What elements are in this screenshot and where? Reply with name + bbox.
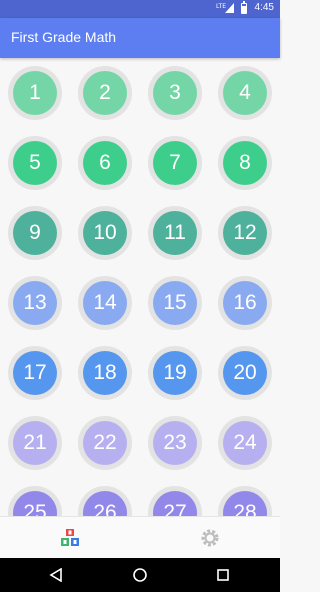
nav-back-button[interactable] — [46, 565, 66, 585]
nav-recents-button[interactable] — [213, 565, 233, 585]
app-bar: First Grade Math — [0, 18, 280, 58]
level-button[interactable]: 15 — [148, 276, 202, 330]
level-number: 28 — [223, 491, 267, 516]
level-button[interactable]: 25 — [8, 486, 62, 516]
level-number: 14 — [83, 281, 127, 325]
level-grid: 1 2 3 4 5 6 7 8 9 10 11 12 13 14 15 16 17 18 19 20 21 22 23 24 2… — [0, 58, 280, 516]
level-number: 12 — [223, 211, 267, 255]
level-button[interactable]: 14 — [78, 276, 132, 330]
level-button[interactable]: 16 — [218, 276, 272, 330]
level-button[interactable]: 3 — [148, 66, 202, 120]
level-button[interactable]: 7 — [148, 136, 202, 190]
level-number: 1 — [13, 71, 57, 115]
level-number: 27 — [153, 491, 197, 516]
level-button[interactable]: 1 — [8, 66, 62, 120]
level-button[interactable]: 13 — [8, 276, 62, 330]
level-button[interactable]: 23 — [148, 416, 202, 470]
recents-square-icon — [217, 569, 229, 581]
level-number: 24 — [223, 421, 267, 465]
tab-settings[interactable] — [140, 517, 280, 559]
level-number: 7 — [153, 141, 197, 185]
abc-blocks-icon — [61, 529, 79, 546]
level-number: 2 — [83, 71, 127, 115]
level-number: 23 — [153, 421, 197, 465]
level-button[interactable]: 6 — [78, 136, 132, 190]
level-number: 21 — [13, 421, 57, 465]
nav-home-button[interactable] — [130, 565, 150, 585]
signal-icon — [225, 3, 234, 13]
back-triangle-icon — [49, 568, 62, 582]
level-button[interactable]: 26 — [78, 486, 132, 516]
level-button[interactable]: 28 — [218, 486, 272, 516]
level-number: 10 — [83, 211, 127, 255]
level-number: 26 — [83, 491, 127, 516]
level-button[interactable]: 22 — [78, 416, 132, 470]
level-button[interactable]: 10 — [78, 206, 132, 260]
level-number: 18 — [83, 351, 127, 395]
status-time: 4:45 — [254, 2, 274, 13]
level-number: 22 — [83, 421, 127, 465]
status-bar: LTE 4:45 — [0, 0, 280, 18]
gear-icon — [201, 529, 219, 547]
level-number: 13 — [13, 281, 57, 325]
level-button[interactable]: 4 — [218, 66, 272, 120]
level-button[interactable]: 8 — [218, 136, 272, 190]
level-number: 3 — [153, 71, 197, 115]
level-button[interactable]: 21 — [8, 416, 62, 470]
level-number: 16 — [223, 281, 267, 325]
level-number: 17 — [13, 351, 57, 395]
level-number: 9 — [13, 211, 57, 255]
bottom-tab-bar — [0, 516, 280, 558]
battery-icon — [241, 1, 247, 14]
level-number: 19 — [153, 351, 197, 395]
level-button[interactable]: 18 — [78, 346, 132, 400]
level-button[interactable]: 19 — [148, 346, 202, 400]
level-button[interactable]: 20 — [218, 346, 272, 400]
level-button[interactable]: 24 — [218, 416, 272, 470]
level-number: 6 — [83, 141, 127, 185]
level-number: 8 — [223, 141, 267, 185]
level-button[interactable]: 2 — [78, 66, 132, 120]
home-circle-icon — [133, 568, 147, 582]
level-button[interactable]: 27 — [148, 486, 202, 516]
level-number: 4 — [223, 71, 267, 115]
app-title: First Grade Math — [11, 29, 117, 45]
level-button[interactable]: 17 — [8, 346, 62, 400]
level-number: 11 — [153, 211, 197, 255]
level-number: 15 — [153, 281, 197, 325]
level-button[interactable]: 9 — [8, 206, 62, 260]
level-number: 5 — [13, 141, 57, 185]
level-button[interactable]: 11 — [148, 206, 202, 260]
tab-levels[interactable] — [0, 517, 140, 559]
level-number: 25 — [13, 491, 57, 516]
level-button[interactable]: 12 — [218, 206, 272, 260]
android-nav-bar — [0, 558, 280, 592]
level-button[interactable]: 5 — [8, 136, 62, 190]
level-number: 20 — [223, 351, 267, 395]
